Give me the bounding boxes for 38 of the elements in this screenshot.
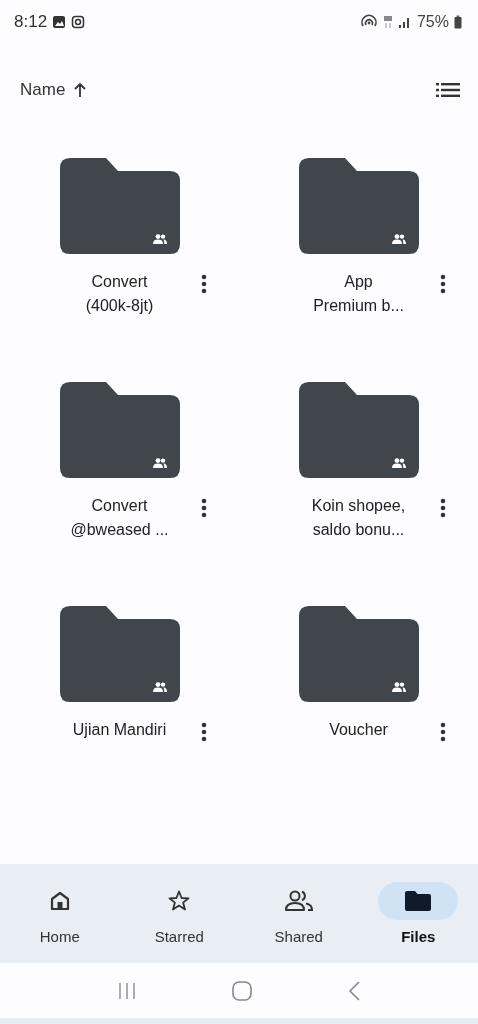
status-time: 8:12 — [14, 12, 48, 32]
more-options-icon[interactable] — [201, 498, 207, 518]
signal-icon — [397, 15, 412, 29]
folder-name: Convert @bweased ... — [70, 496, 169, 540]
folder-icon[interactable] — [59, 606, 180, 702]
more-options-icon[interactable] — [201, 722, 207, 742]
network-icon — [382, 15, 393, 29]
folder-icon — [405, 891, 432, 911]
more-options-icon[interactable] — [440, 722, 446, 742]
folder-name: Voucher — [329, 720, 388, 740]
gallery-icon — [52, 15, 67, 29]
folder-icon[interactable] — [298, 382, 419, 478]
folder-icon[interactable] — [59, 158, 180, 254]
folder-icon[interactable] — [298, 158, 419, 254]
sort-button[interactable]: Name — [20, 80, 88, 100]
home-icon — [48, 890, 71, 912]
folder-name: Ujian Mandiri — [72, 720, 167, 740]
more-options-icon[interactable] — [440, 274, 446, 294]
folder-name: App Premium b... — [313, 272, 404, 316]
people-icon — [283, 889, 314, 913]
list-view-icon[interactable] — [436, 82, 460, 98]
nav-tab[interactable]: Starred — [119, 864, 239, 963]
folder-icon[interactable] — [298, 606, 419, 702]
folder-name: Convert (400k-8jt) — [85, 272, 154, 316]
camera-icon — [71, 15, 86, 29]
more-options-icon[interactable] — [201, 274, 207, 294]
folder-icon[interactable] — [59, 382, 180, 478]
folder-name: Koin shopee, saldo bonu... — [311, 496, 406, 540]
nav-tab[interactable]: Shared — [239, 864, 359, 963]
battery-icon — [454, 15, 462, 29]
star-icon — [167, 889, 192, 913]
nav-tab[interactable]: Home — [0, 864, 120, 963]
more-options-icon[interactable] — [440, 498, 446, 518]
home-button-icon[interactable] — [232, 980, 252, 1001]
back-icon[interactable] — [346, 980, 361, 1001]
battery-level: 75% — [416, 13, 449, 31]
arrow-up-icon — [73, 82, 88, 98]
nav-tab[interactable]: Files — [358, 864, 478, 963]
